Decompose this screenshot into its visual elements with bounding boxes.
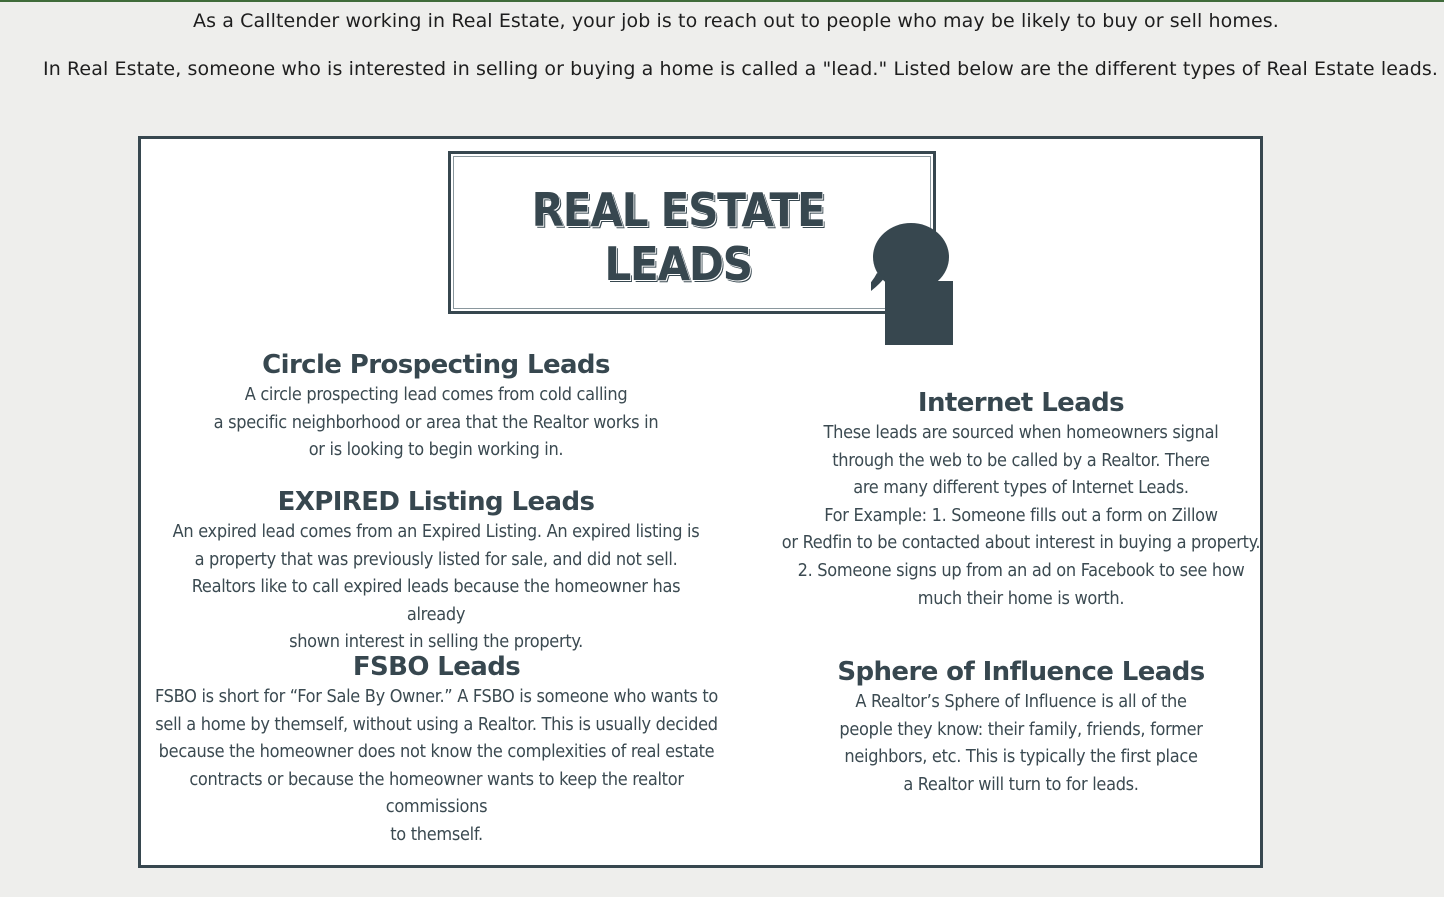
section-body: These leads are sourced when homeowners … [781, 422, 1261, 609]
section-body: FSBO is short for “For Sale By Owner.” A… [154, 686, 719, 845]
section-body: A circle prospecting lead comes from col… [213, 384, 659, 461]
intro-text-line-1: As a Calltender working in Real Estate, … [193, 10, 1279, 32]
section-circle-prospecting: Circle Prospecting Leads A circle prospe… [181, 349, 691, 464]
section-heading: Sphere of Influence Leads [837, 657, 1205, 687]
section-expired-listing: EXPIRED Listing Leads An expired lead co… [161, 486, 711, 656]
infographic-title: REAL ESTATE LEADS [531, 183, 826, 291]
section-body: A Realtor’s Sphere of Influence is all o… [839, 691, 1203, 795]
intro-text-line-2: In Real Estate, someone who is intereste… [43, 58, 1439, 80]
presenter-figure-icon [871, 223, 953, 345]
section-fsbo: FSBO Leads FSBO is short for “For Sale B… [149, 651, 724, 849]
section-heading: FSBO Leads [352, 652, 521, 682]
section-heading: EXPIRED Listing Leads [277, 487, 595, 517]
section-internet-leads: Internet Leads These leads are sourced w… [781, 387, 1261, 612]
section-heading: Circle Prospecting Leads [262, 350, 610, 380]
section-heading: Internet Leads [917, 388, 1125, 418]
section-sphere-of-influence: Sphere of Influence Leads A Realtor’s Sp… [801, 656, 1241, 798]
real-estate-leads-infographic: REAL ESTATE LEADS Circle Prospecting Lea… [138, 136, 1263, 868]
section-body: An expired lead comes from an Expired Li… [172, 521, 700, 653]
